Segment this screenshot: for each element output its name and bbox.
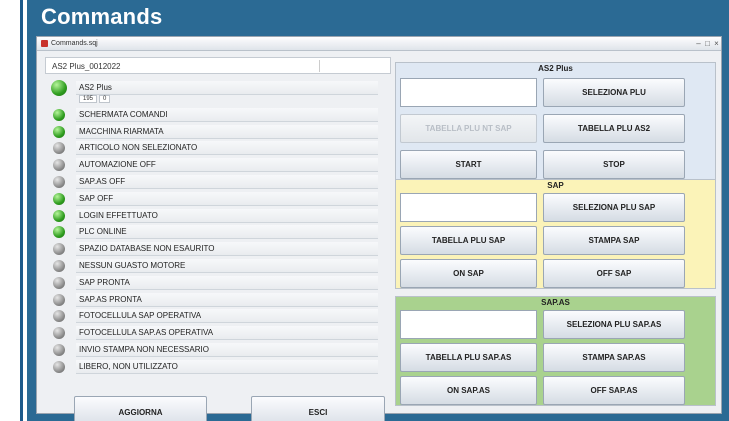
- status-led-icon: [53, 327, 65, 340]
- on-sap-button[interactable]: ON SAP: [400, 259, 537, 288]
- sap-as-plu-input[interactable]: [400, 310, 537, 339]
- status-led-icon: [53, 226, 65, 239]
- status-row: MACCHINA RIARMATA: [53, 124, 383, 141]
- status-led-icon: [53, 260, 65, 272]
- status-row: FOTOCELLULA SAP OPERATIVA: [53, 309, 383, 325]
- seleziona-plu-sap-as-button[interactable]: SELEZIONA PLU SAP.AS: [543, 310, 685, 339]
- tabella-plu-as2-button[interactable]: TABELLA PLU AS2: [543, 114, 685, 143]
- app-icon: [41, 40, 48, 47]
- window-title: Commands.sqj: [51, 40, 98, 47]
- field-separator: [319, 60, 320, 72]
- status-panel: AS2 Plus_0012022 AS2 Plus 195 0 SCHERMATA C…: [45, 57, 391, 421]
- status-label: SAP OFF: [76, 191, 378, 206]
- status-label: SCHERMATA COMANDI: [76, 107, 378, 122]
- minimize-icon[interactable]: –: [694, 39, 703, 48]
- as2-plu-input[interactable]: [400, 78, 537, 107]
- status-row: ARTICOLO NON SELEZIONATO: [53, 141, 383, 157]
- status-label: SPAZIO DATABASE NON ESAURITO: [76, 242, 378, 257]
- status-led-icon: [53, 293, 65, 306]
- status-row: LOGIN EFFETTUATO: [53, 208, 383, 225]
- status-row: SPAZIO DATABASE NON ESAURITO: [53, 242, 383, 258]
- status-row: SCHERMATA COMANDI: [53, 107, 383, 124]
- status-label: ARTICOLO NON SELEZIONATO: [76, 141, 378, 156]
- status-label: FOTOCELLULA SAP.AS OPERATIVA: [76, 326, 378, 341]
- window-titlebar[interactable]: Commands.sqj – □ ×: [37, 37, 721, 51]
- counter-value: 0: [99, 95, 111, 103]
- status-label: FOTOCELLULA SAP OPERATIVA: [76, 309, 378, 324]
- status-led-icon: [53, 344, 65, 356]
- on-sap-as-button[interactable]: ON SAP.AS: [400, 376, 537, 405]
- model-label: AS2 Plus_0012022: [52, 62, 121, 71]
- status-row: SAP.AS OFF: [53, 175, 383, 191]
- counter-value: 195: [79, 95, 98, 103]
- esci-button[interactable]: ESCI: [251, 396, 385, 421]
- status-led-icon: [53, 192, 65, 205]
- sap-as-group: SAP.AS SELEZIONA PLU SAP.AS TABELLA PLU …: [395, 296, 716, 406]
- status-led-icon: [53, 125, 65, 138]
- status-led-icon: [53, 176, 65, 188]
- status-led-icon: [53, 276, 65, 289]
- status-label: MACCHINA RIARMATA: [76, 124, 378, 139]
- model-field: AS2 Plus_0012022: [45, 57, 391, 74]
- stop-button[interactable]: STOP: [543, 150, 685, 179]
- as2-plus-group: AS2 Plus SELEZIONA PLU TABELLA PLU NT SA…: [395, 62, 716, 187]
- banner-title: Commands: [41, 4, 163, 29]
- status-label: AS2 Plus: [76, 81, 378, 95]
- sap-plu-input[interactable]: [400, 193, 537, 222]
- status-label: SAP.AS PRONTA: [76, 292, 378, 307]
- stampa-sap-as-button[interactable]: STAMPA SAP.AS: [543, 343, 685, 372]
- status-label: LOGIN EFFETTUATO: [76, 208, 378, 223]
- status-led-icon: [53, 142, 65, 155]
- screen: Commands Commands.sqj – □ × AS2 Plus_001…: [0, 0, 729, 421]
- counter-fields: 195 0: [79, 95, 112, 103]
- tabella-plu-nt-sap-button[interactable]: TABELLA PLU NT SAP: [400, 114, 537, 143]
- commands-window: Commands.sqj – □ × AS2 Plus_0012022 AS2 …: [36, 36, 722, 421]
- status-row: AUTOMAZIONE OFF: [53, 158, 383, 174]
- status-row: NESSUN GUASTO MOTORE: [53, 259, 383, 275]
- seleziona-plu-sap-button[interactable]: SELEZIONA PLU SAP: [543, 193, 685, 222]
- status-row: AS2 Plus 195 0: [51, 80, 383, 103]
- status-label: PLC ONLINE: [76, 225, 378, 240]
- status-led-icon: [53, 310, 65, 323]
- status-row: LIBERO, NON UTILIZZATO: [53, 359, 383, 376]
- status-led-icon: [53, 159, 65, 172]
- status-label: SAP.AS OFF: [76, 175, 378, 189]
- status-led-icon: [53, 108, 65, 121]
- status-label: NESSUN GUASTO MOTORE: [76, 259, 378, 273]
- status-label: SAP PRONTA: [76, 275, 378, 290]
- close-icon[interactable]: ×: [712, 39, 721, 48]
- status-led-icon: [53, 209, 65, 222]
- status-row: FOTOCELLULA SAP.AS OPERATIVA: [53, 326, 383, 342]
- maximize-icon[interactable]: □: [703, 39, 712, 48]
- sap-group: SAP SELEZIONA PLU SAP TABELLA PLU SAP ST…: [395, 179, 716, 289]
- status-led-icon: [53, 243, 65, 256]
- sap-as-header: SAP.AS: [541, 298, 570, 307]
- status-label: INVIO STAMPA NON NECESSARIO: [76, 343, 378, 357]
- status-led-icon: [53, 360, 65, 373]
- sap-header: SAP: [547, 181, 564, 190]
- tabella-plu-sap-button[interactable]: TABELLA PLU SAP: [400, 226, 537, 255]
- page-margin: [0, 0, 27, 421]
- tabella-plu-sap-as-button[interactable]: TABELLA PLU SAP.AS: [400, 343, 537, 372]
- status-label: LIBERO, NON UTILIZZATO: [76, 359, 378, 374]
- status-row: SAP OFF: [53, 191, 383, 208]
- margin-rule: [20, 0, 23, 421]
- off-sap-button[interactable]: OFF SAP: [543, 259, 685, 288]
- off-sap-as-button[interactable]: OFF SAP.AS: [543, 376, 685, 405]
- seleziona-plu-button[interactable]: SELEZIONA PLU: [543, 78, 685, 107]
- status-row: SAP.AS PRONTA: [53, 292, 383, 309]
- status-label: AUTOMAZIONE OFF: [76, 158, 378, 173]
- as2-plus-header: AS2 Plus: [538, 64, 573, 73]
- status-row: SAP PRONTA: [53, 275, 383, 292]
- stampa-sap-button[interactable]: STAMPA SAP: [543, 226, 685, 255]
- status-row: PLC ONLINE: [53, 225, 383, 241]
- status-row: INVIO STAMPA NON NECESSARIO: [53, 343, 383, 359]
- aggiorna-button[interactable]: AGGIORNA: [74, 396, 207, 421]
- status-led-icon: [51, 80, 67, 96]
- start-button[interactable]: START: [400, 150, 537, 179]
